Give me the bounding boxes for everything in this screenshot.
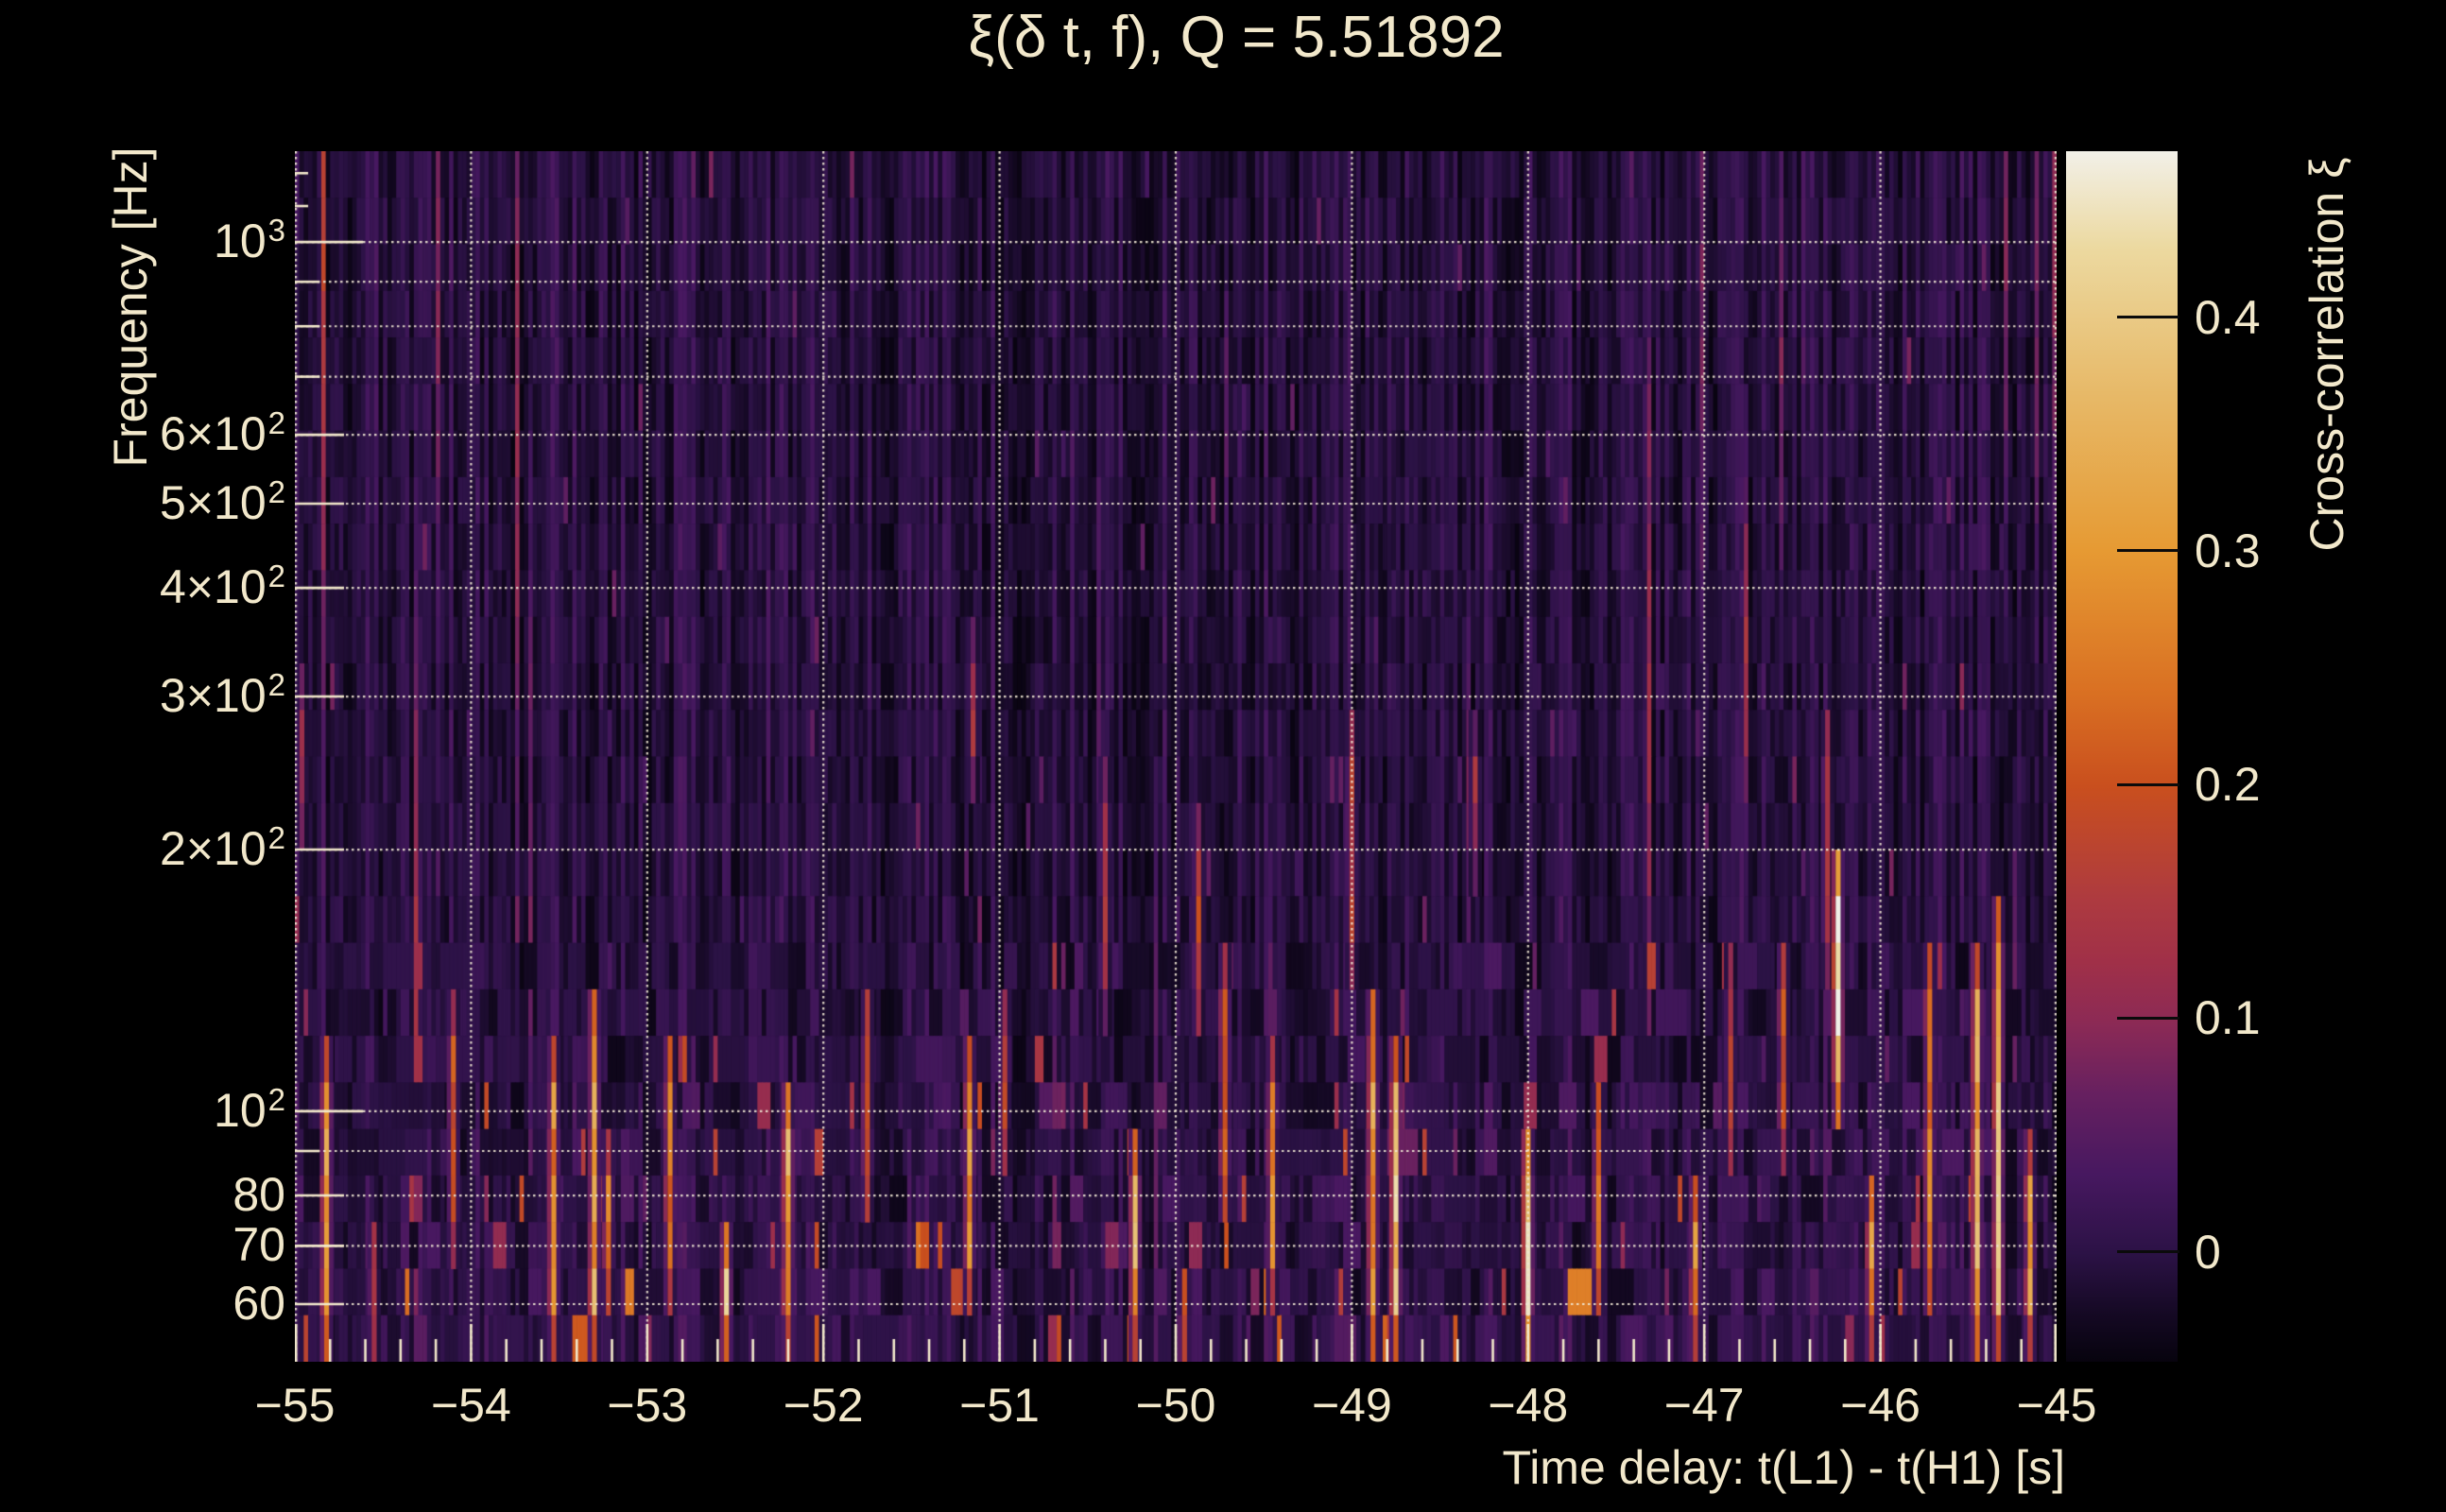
colorbar-tick-mark — [2117, 782, 2179, 786]
colorbar-tick-label: 0 — [2195, 1225, 2221, 1279]
y-tick-label: 5×102 — [160, 473, 285, 529]
y-tick-label: 3×102 — [160, 666, 285, 722]
x-tick-label: −51 — [959, 1379, 1041, 1432]
y-axis-title: Frequency [Hz] — [104, 146, 157, 468]
x-tick-label: −49 — [1311, 1379, 1392, 1432]
x-tick-label: −45 — [2016, 1379, 2097, 1432]
heatmap-canvas — [295, 151, 2057, 1362]
x-tick-label: −47 — [1663, 1379, 1745, 1432]
colorbar-tick-label: 0.2 — [2195, 758, 2261, 812]
x-tick-label: −52 — [783, 1379, 864, 1432]
colorbar-tick-label: 0.4 — [2195, 290, 2261, 344]
x-tick-label: −55 — [254, 1379, 336, 1432]
x-tick-label: −50 — [1135, 1379, 1216, 1432]
y-tick-label: 60 — [233, 1276, 285, 1330]
y-tick-label: 103 — [214, 212, 285, 267]
x-axis-title: Time delay: t(L1) - t(H1) [s] — [1502, 1441, 2065, 1494]
colorbar-gradient — [2066, 151, 2178, 1362]
colorbar-tick-label: 0.1 — [2195, 991, 2261, 1045]
y-tick-label: 4×102 — [160, 558, 285, 613]
x-tick-label: −48 — [1488, 1379, 1569, 1432]
colorbar-tick-mark — [2117, 1016, 2179, 1020]
x-tick-label: −46 — [1840, 1379, 1921, 1432]
colorbar-tick-mark — [2117, 1250, 2179, 1254]
colorbar-tick-mark — [2117, 316, 2179, 319]
colorbar-tick-label: 0.3 — [2195, 524, 2261, 577]
colorbar-title: Cross-correlation ξ — [2300, 157, 2353, 552]
y-tick-label: 102 — [214, 1081, 285, 1137]
colorbar-tick-mark — [2117, 549, 2179, 553]
x-tick-label: −54 — [430, 1379, 511, 1432]
y-tick-label: 2×102 — [160, 819, 285, 875]
chart-figure: ξ(δ t, f), Q = 5.51892 Frequency [Hz] Ti… — [0, 0, 2446, 1512]
y-tick-label: 6×102 — [160, 404, 285, 460]
y-tick-label: 70 — [233, 1218, 285, 1272]
plot-title: ξ(δ t, f), Q = 5.51892 — [968, 5, 1505, 70]
y-tick-label: 80 — [233, 1167, 285, 1221]
x-tick-label: −53 — [607, 1379, 688, 1432]
